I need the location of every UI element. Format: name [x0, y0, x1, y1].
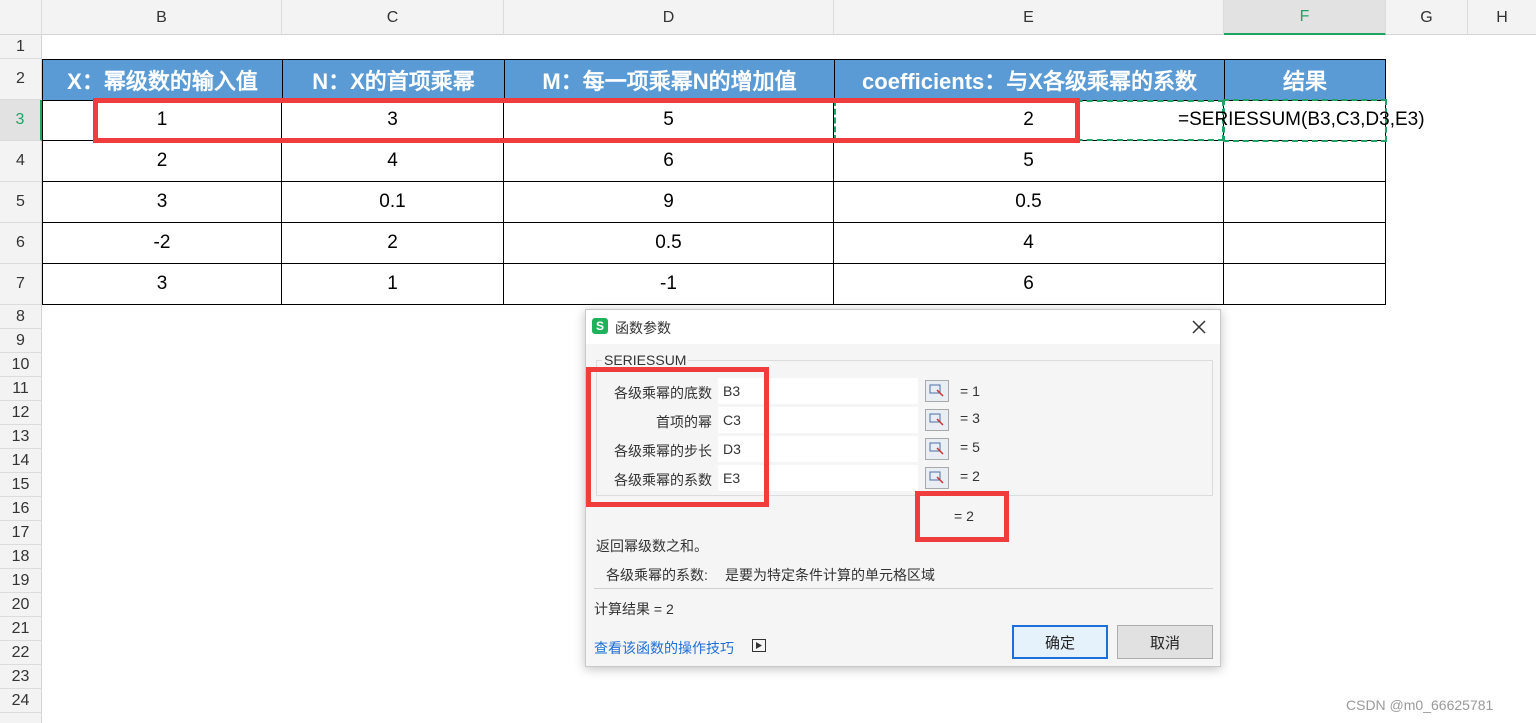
column-header-h[interactable]: H [1468, 0, 1536, 35]
row-header-6[interactable]: 6 [0, 223, 42, 264]
row-header-19[interactable]: 19 [0, 569, 42, 593]
cell-d7[interactable]: -1 [504, 264, 834, 305]
row-header-9[interactable]: 9 [0, 329, 42, 353]
video-play-icon[interactable] [752, 639, 766, 652]
function-description: 返回幂级数之和。 [596, 538, 708, 554]
formula-in-cell[interactable]: =SERIESSUM(B3,C3,D3,E3) [1178, 100, 1425, 140]
row-header-partial [0, 713, 42, 723]
row-header-3[interactable]: 3 [0, 100, 42, 141]
row-header-22[interactable]: 22 [0, 641, 42, 665]
corner-select-all[interactable] [0, 0, 42, 35]
arg-result-first-power: = 3 [960, 410, 980, 426]
cell-f7[interactable] [1224, 264, 1386, 305]
arg-result-coefficients: = 2 [960, 468, 980, 484]
table-header-n[interactable]: N：X的首项乘幂 [282, 59, 505, 101]
cell-f4[interactable] [1224, 141, 1386, 182]
table-header-x[interactable]: X：幂级数的输入值 [42, 59, 283, 101]
highlight-result [915, 491, 1009, 542]
row-header-17[interactable]: 17 [0, 521, 42, 545]
row-header-12[interactable]: 12 [0, 401, 42, 425]
row-header-20[interactable]: 20 [0, 593, 42, 617]
app-logo-icon: S [592, 318, 608, 334]
column-header-g[interactable]: G [1386, 0, 1468, 35]
cell-c6[interactable]: 2 [282, 223, 504, 264]
cell-c7[interactable]: 1 [282, 264, 504, 305]
close-icon[interactable] [1187, 316, 1211, 338]
row-header-2[interactable]: 2 [0, 59, 42, 100]
cell-d4[interactable]: 6 [504, 141, 834, 182]
row-header-7[interactable]: 7 [0, 264, 42, 305]
cell-e6[interactable]: 4 [834, 223, 1224, 264]
row-header-21[interactable]: 21 [0, 617, 42, 641]
cell-f6[interactable] [1224, 223, 1386, 264]
row-header-14[interactable]: 14 [0, 449, 42, 473]
cancel-button[interactable]: 取消 [1117, 625, 1213, 659]
row-header-16[interactable]: 16 [0, 497, 42, 521]
range-select-icon[interactable] [925, 409, 949, 431]
row-header-1[interactable]: 1 [0, 35, 42, 59]
row-header-4[interactable]: 4 [0, 141, 42, 182]
arg-result-base: = 1 [960, 383, 980, 399]
function-arguments-dialog: S 函数参数 SERIESSUM 各级乘幂的底数 B3 = 1 首项的幂 C3 … [585, 309, 1221, 667]
cell-d6[interactable]: 0.5 [504, 223, 834, 264]
cell-e5[interactable]: 0.5 [834, 182, 1224, 223]
range-select-icon[interactable] [925, 380, 949, 402]
table-header-coefficients[interactable]: coefficients：与X各级乘幂的系数 [834, 59, 1225, 101]
row-header-13[interactable]: 13 [0, 425, 42, 449]
dialog-title: 函数参数 [615, 320, 671, 336]
row-header-15[interactable]: 15 [0, 473, 42, 497]
table-header-result[interactable]: 结果 [1224, 59, 1386, 101]
calc-result: 计算结果 = 2 [594, 601, 674, 617]
arg-result-step: = 5 [960, 439, 980, 455]
highlight-arguments [586, 367, 769, 507]
table-header-m[interactable]: M：每一项乘幂N的增加值 [504, 59, 835, 101]
cell-c4[interactable]: 4 [282, 141, 504, 182]
ok-button[interactable]: 确定 [1012, 625, 1108, 659]
row-header-18[interactable]: 18 [0, 545, 42, 569]
cell-b6[interactable]: -2 [42, 223, 282, 264]
column-header-b[interactable]: B [42, 0, 282, 35]
range-select-icon[interactable] [925, 467, 949, 489]
cell-d5[interactable]: 9 [504, 182, 834, 223]
cell-e7[interactable]: 6 [834, 264, 1224, 305]
divider [594, 588, 1213, 589]
row-header-5[interactable]: 5 [0, 182, 42, 223]
cell-f5[interactable] [1224, 182, 1386, 223]
range-select-icon[interactable] [925, 438, 949, 460]
column-header-e[interactable]: E [834, 0, 1224, 35]
function-name-label: SERIESSUM [602, 352, 689, 368]
cell-c5[interactable]: 0.1 [282, 182, 504, 223]
cell-b4[interactable]: 2 [42, 141, 282, 182]
row-header-8[interactable]: 8 [0, 305, 42, 329]
cell-b7[interactable]: 3 [42, 264, 282, 305]
watermark: CSDN @m0_66625781 [1346, 697, 1494, 713]
help-link[interactable]: 查看该函数的操作技巧 [594, 638, 734, 658]
row-header-10[interactable]: 10 [0, 353, 42, 377]
row-header-23[interactable]: 23 [0, 665, 42, 689]
column-header-d[interactable]: D [504, 0, 834, 35]
highlight-row-3 [93, 98, 1080, 143]
row-header-24[interactable]: 24 [0, 689, 42, 713]
column-header-f[interactable]: F [1224, 0, 1386, 35]
cell-b5[interactable]: 3 [42, 182, 282, 223]
param-help-text: 是要为特定条件计算的单元格区域 [725, 567, 935, 583]
column-header-c[interactable]: C [282, 0, 504, 35]
cell-e4[interactable]: 5 [834, 141, 1224, 182]
param-help-label: 各级乘幂的系数: [606, 567, 708, 583]
dialog-title-bar[interactable] [586, 310, 1220, 344]
row-header-11[interactable]: 11 [0, 377, 42, 401]
